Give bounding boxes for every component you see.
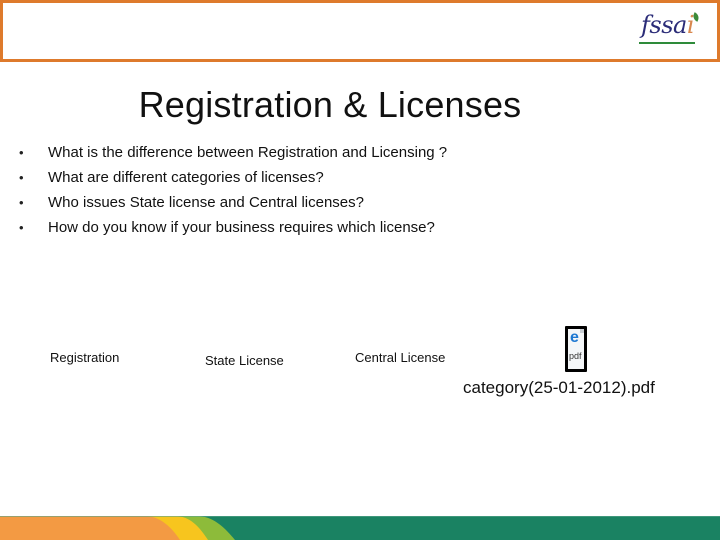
footer-top-line [0,516,720,517]
bullet-icon: • [19,170,24,185]
logo-text-main: fssa [641,11,687,39]
bullet-text: What is the difference between Registrat… [48,144,448,161]
header-frame: fssai [0,0,720,62]
pdf-filename[interactable]: category(25-01-2012).pdf [463,378,655,398]
registration-link[interactable]: Registration [50,350,119,365]
bullet-item: • What is the difference between Registra… [16,142,447,167]
bullet-item: • How do you know if your business requir… [16,217,447,242]
slide: fssai Registration & Licenses • What is t… [0,0,720,540]
bullet-icon: • [19,220,24,235]
bullet-icon: • [19,145,24,160]
bullet-text: What are different categories of license… [48,169,324,186]
bullet-text: Who issues State license and Central lic… [48,194,364,211]
bullet-icon: • [19,195,24,210]
state-license-link[interactable]: State License [205,353,284,368]
pdf-ext-label: pdf [569,351,582,361]
footer-band [0,516,720,540]
bullet-item: • What are different categories of licens… [16,167,447,192]
central-license-link[interactable]: Central License [355,350,445,365]
bullet-item: • Who issues State license and Central li… [16,192,447,217]
fssai-logo: fssai [635,11,705,47]
slide-title: Registration & Licenses [138,84,522,125]
logo-underline [639,42,695,44]
pdf-e-glyph: e [570,329,579,346]
pdf-page-shape: e pdf [568,329,584,369]
pdf-file-icon[interactable]: e pdf [565,326,587,372]
footer-orange [0,516,180,540]
bullet-text: How do you know if your business require… [48,219,435,236]
logo-text: fssai [641,11,695,39]
bullet-list: • What is the difference between Registra… [16,142,447,242]
